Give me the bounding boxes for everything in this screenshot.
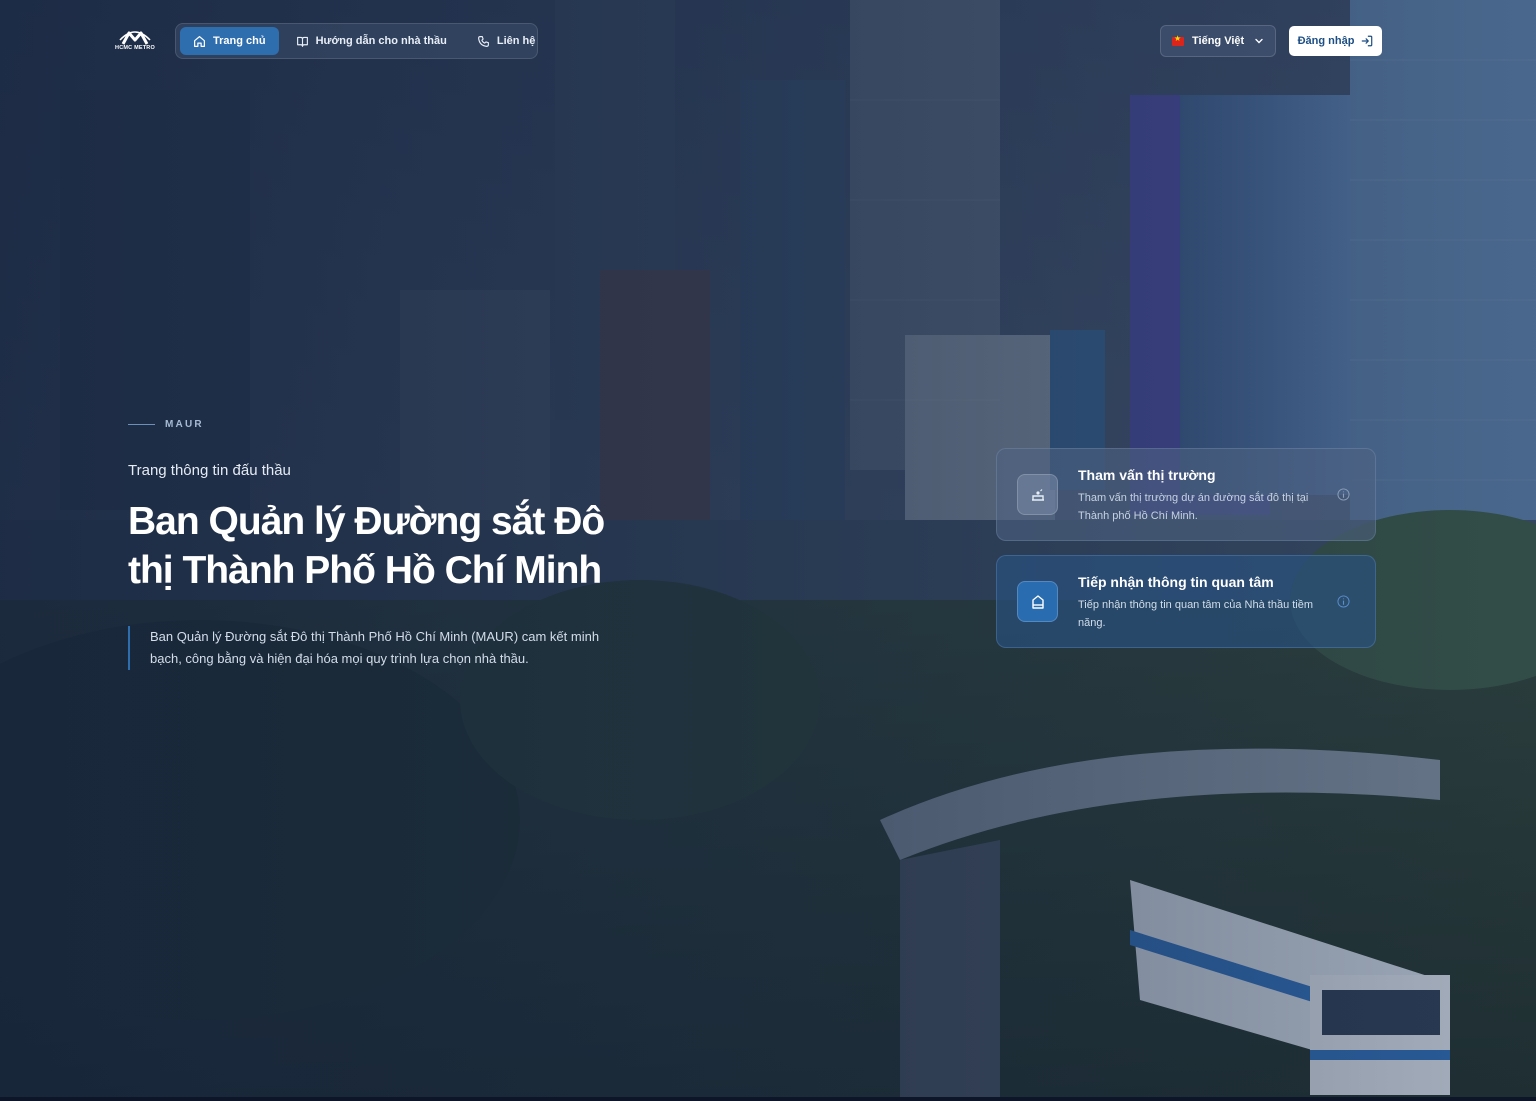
metro-logo-icon	[119, 31, 151, 45]
market-consult-icon	[1017, 474, 1058, 515]
language-label: Tiếng Việt	[1192, 35, 1245, 47]
hero-eyebrow: MAUR	[128, 419, 204, 430]
nav-item-contact[interactable]: Liên hệ	[464, 27, 549, 55]
hcmc-metro-logo[interactable]: HCMC METRO	[112, 28, 158, 54]
card-text: Tham vấn thị trường dự án đường sắt đô t…	[1078, 492, 1309, 522]
card-interest-intake[interactable]: Tiếp nhận thông tin quan tâm Tiếp nhận t…	[996, 555, 1376, 648]
inbox-icon	[1017, 581, 1058, 622]
hero-description: Ban Quản lý Đường sắt Đô thị Thành Phố H…	[128, 626, 628, 670]
card-market-consultation[interactable]: Tham vấn thị trường Tham vấn thị trường …	[996, 448, 1376, 541]
main-nav: Trang chủ Hướng dẫn cho nhà thầu Liên hệ	[175, 23, 538, 59]
login-button[interactable]: Đăng nhập	[1289, 26, 1382, 56]
info-icon	[1337, 595, 1350, 608]
book-icon	[296, 36, 308, 47]
language-select[interactable]: Tiếng Việt	[1160, 25, 1276, 57]
hero-headline: Ban Quản lý Đường sắt Đô thị Thành Phố H…	[128, 500, 605, 592]
landing-page: HCMC METRO Trang chủ Hướng dẫn cho nhà t…	[0, 0, 1536, 1101]
home-icon	[194, 35, 205, 47]
nav-item-label: Hướng dẫn cho nhà thầu	[315, 35, 447, 47]
info-icon	[1337, 488, 1350, 501]
nav-item-contractor-guide[interactable]: Hướng dẫn cho nhà thầu	[283, 27, 460, 55]
card-body: Tiếp nhận thông tin quan tâm Tiếp nhận t…	[1078, 573, 1328, 632]
nav-item-label: Trang chủ	[213, 35, 266, 47]
card-body: Tham vấn thị trường Tham vấn thị trường …	[1078, 466, 1328, 525]
card-title: Tham vấn thị trường	[1078, 467, 1216, 483]
eyebrow-text: MAUR	[165, 419, 204, 430]
bottom-edge	[0, 1097, 1536, 1101]
card-text: Tiếp nhận thông tin quan tâm của Nhà thầ…	[1078, 599, 1314, 629]
chevron-down-icon	[1255, 38, 1263, 44]
login-label: Đăng nhập	[1297, 35, 1355, 47]
nav-item-label: Liên hệ	[496, 35, 536, 47]
login-icon	[1362, 35, 1373, 47]
hero-subtitle: Trang thông tin đấu thầu	[128, 462, 291, 479]
card-title: Tiếp nhận thông tin quan tâm	[1078, 574, 1274, 590]
vietnam-flag-icon	[1172, 34, 1184, 46]
nav-item-home[interactable]: Trang chủ	[180, 27, 279, 55]
logo-text: HCMC METRO	[115, 45, 155, 51]
phone-icon	[477, 35, 489, 47]
eyebrow-line	[128, 424, 155, 425]
